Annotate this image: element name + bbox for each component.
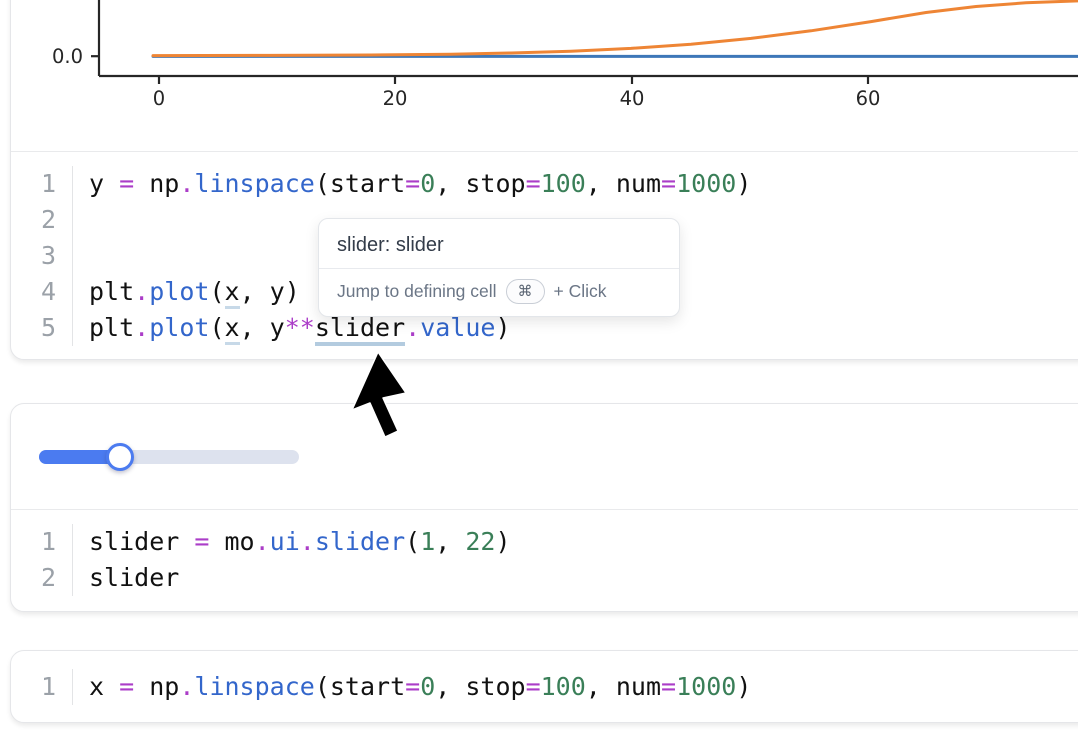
matplotlib-chart-output: 0.0 0 20 40 60 bbox=[11, 0, 1078, 151]
code-line[interactable]: 2slider bbox=[11, 560, 1078, 596]
svg-text:60: 60 bbox=[856, 87, 881, 110]
code-editor-x[interactable]: 1x = np.linspace(start=0, stop=100, num=… bbox=[11, 651, 1078, 723]
line-number: 4 bbox=[11, 274, 73, 310]
code-line[interactable]: 1y = np.linspace(start=0, stop=100, num=… bbox=[11, 166, 1078, 202]
svg-text:20: 20 bbox=[383, 87, 408, 110]
svg-text:0.0: 0.0 bbox=[52, 45, 83, 68]
variable-tooltip: slider: slider Jump to defining cell ⌘ +… bbox=[318, 218, 680, 317]
tooltip-title: slider: slider bbox=[337, 232, 661, 258]
notebook-cell-x: 1x = np.linspace(start=0, stop=100, num=… bbox=[10, 650, 1078, 723]
line-chart: 0.0 0 20 40 60 bbox=[11, 0, 1078, 151]
svg-text:0: 0 bbox=[153, 87, 165, 110]
line-number: 1 bbox=[11, 166, 73, 202]
command-key-icon: ⌘ bbox=[518, 281, 533, 302]
code-editor-slider[interactable]: 1slider = mo.ui.slider(1, 22)2slider bbox=[11, 510, 1078, 612]
line-number: 3 bbox=[11, 238, 73, 274]
code-line[interactable]: 1slider = mo.ui.slider(1, 22) bbox=[11, 524, 1078, 560]
svg-text:40: 40 bbox=[620, 87, 645, 110]
line-number: 1 bbox=[11, 669, 73, 705]
line-number: 2 bbox=[11, 560, 73, 596]
line-number: 5 bbox=[11, 310, 73, 346]
slider-handle[interactable] bbox=[106, 443, 134, 471]
notebook-page: 0.0 0 20 40 60 1y = np.linspace(start=0, sto… bbox=[0, 0, 1078, 746]
line-number: 2 bbox=[11, 202, 73, 238]
code-line[interactable]: 1x = np.linspace(start=0, stop=100, num=… bbox=[11, 669, 1078, 705]
line-number: 1 bbox=[11, 524, 73, 560]
jump-to-defining-cell-link[interactable]: Jump to defining cell bbox=[337, 281, 497, 302]
tooltip-click-hint: + Click bbox=[554, 281, 607, 302]
slider-track[interactable] bbox=[39, 450, 299, 464]
notebook-cell-slider: 1slider = mo.ui.slider(1, 22)2slider bbox=[10, 403, 1078, 612]
command-key-pill: ⌘ bbox=[506, 279, 545, 304]
